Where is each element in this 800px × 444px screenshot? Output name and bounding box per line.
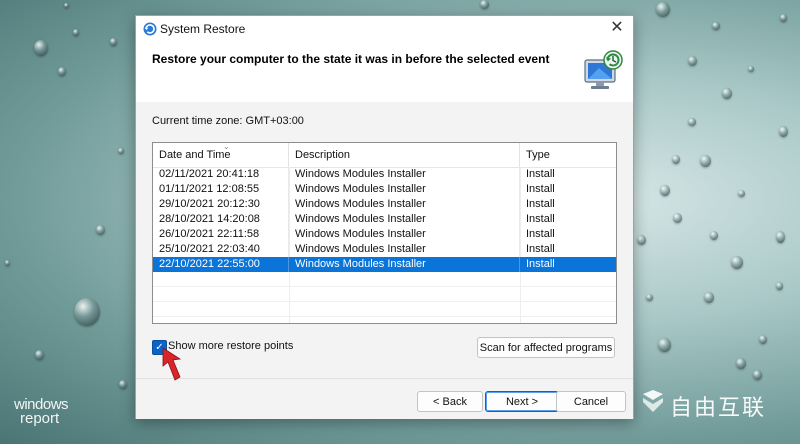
cell-date: 01/11/2021 12:08:55 bbox=[153, 182, 289, 197]
page-heading: Restore your computer to the state it wa… bbox=[152, 52, 550, 66]
logo-line-2: report bbox=[20, 410, 60, 427]
cell-description: Windows Modules Installer bbox=[289, 167, 520, 182]
column-header-type[interactable]: Type bbox=[520, 143, 616, 167]
show-more-label[interactable]: Show more restore points bbox=[168, 340, 293, 352]
restore-computer-icon bbox=[584, 50, 623, 89]
cell-type: Install bbox=[526, 258, 555, 270]
table-row-selected[interactable]: 22/10/2021 22:55:00 Windows Modules Inst… bbox=[153, 257, 616, 272]
empty-row bbox=[153, 287, 616, 302]
cell-type: Install bbox=[526, 213, 555, 225]
cell-date: 26/10/2021 22:11:58 bbox=[153, 227, 289, 242]
empty-row bbox=[153, 272, 616, 287]
site-logo-icon bbox=[643, 390, 663, 412]
cell-description: Windows Modules Installer bbox=[289, 197, 520, 212]
title-bar[interactable]: System Restore ✕ bbox=[136, 16, 633, 42]
back-button[interactable]: < Back bbox=[417, 391, 483, 412]
table-row[interactable]: 02/11/2021 20:41:18 Windows Modules Inst… bbox=[153, 167, 616, 182]
table-row[interactable]: 26/10/2021 22:11:58 Windows Modules Inst… bbox=[153, 227, 616, 242]
cell-date: 29/10/2021 20:12:30 bbox=[153, 197, 289, 212]
cell-date: 02/11/2021 20:41:18 bbox=[153, 167, 289, 182]
red-arrow-icon bbox=[162, 347, 182, 381]
table-row[interactable]: 28/10/2021 14:20:08 Windows Modules Inst… bbox=[153, 212, 616, 227]
cell-description: Windows Modules Installer bbox=[289, 182, 520, 197]
cell-type: Install bbox=[526, 198, 555, 210]
cell-description: Windows Modules Installer bbox=[289, 212, 520, 227]
cell-type: Install bbox=[526, 243, 555, 255]
footer-bar: < Back Next > Cancel bbox=[136, 378, 633, 419]
cell-date: 25/10/2021 22:03:40 bbox=[153, 242, 289, 257]
cell-date: 22/10/2021 22:55:00 bbox=[153, 257, 289, 272]
cell-description: Windows Modules Installer bbox=[289, 242, 520, 257]
cell-type: Install bbox=[526, 228, 555, 240]
close-icon[interactable]: ✕ bbox=[607, 18, 627, 38]
table-row[interactable]: 01/11/2021 12:08:55 Windows Modules Inst… bbox=[153, 182, 616, 197]
column-header-description[interactable]: Description bbox=[289, 143, 520, 167]
site-watermark-text: 自由互联 bbox=[670, 395, 767, 420]
cell-description: Windows Modules Installer bbox=[289, 227, 520, 242]
windows-report-logo: windows report bbox=[14, 397, 69, 427]
cell-description: Windows Modules Installer bbox=[289, 257, 520, 272]
timezone-label: Current time zone: GMT+03:00 bbox=[152, 115, 304, 127]
cell-type: Install bbox=[526, 168, 555, 180]
restore-points-table[interactable]: ⌄ Date and Time Description Type 02/11/2… bbox=[152, 142, 617, 324]
table-row[interactable]: 29/10/2021 20:12:30 Windows Modules Inst… bbox=[153, 197, 616, 212]
cancel-button[interactable]: Cancel bbox=[556, 391, 626, 412]
column-header-date[interactable]: Date and Time bbox=[153, 143, 289, 167]
system-restore-icon bbox=[143, 22, 157, 36]
cell-type: Install bbox=[526, 183, 555, 195]
table-row[interactable]: 25/10/2021 22:03:40 Windows Modules Inst… bbox=[153, 242, 616, 257]
next-button[interactable]: Next > bbox=[485, 391, 559, 412]
window-title: System Restore bbox=[160, 22, 246, 36]
empty-row bbox=[153, 302, 616, 317]
system-restore-window: System Restore ✕ Restore your computer t… bbox=[135, 15, 634, 419]
cell-date: 28/10/2021 14:20:08 bbox=[153, 212, 289, 227]
scan-affected-programs-button[interactable]: Scan for affected programs bbox=[477, 337, 615, 358]
table-header: ⌄ Date and Time Description Type bbox=[153, 143, 616, 168]
header-panel: Restore your computer to the state it wa… bbox=[136, 42, 633, 102]
